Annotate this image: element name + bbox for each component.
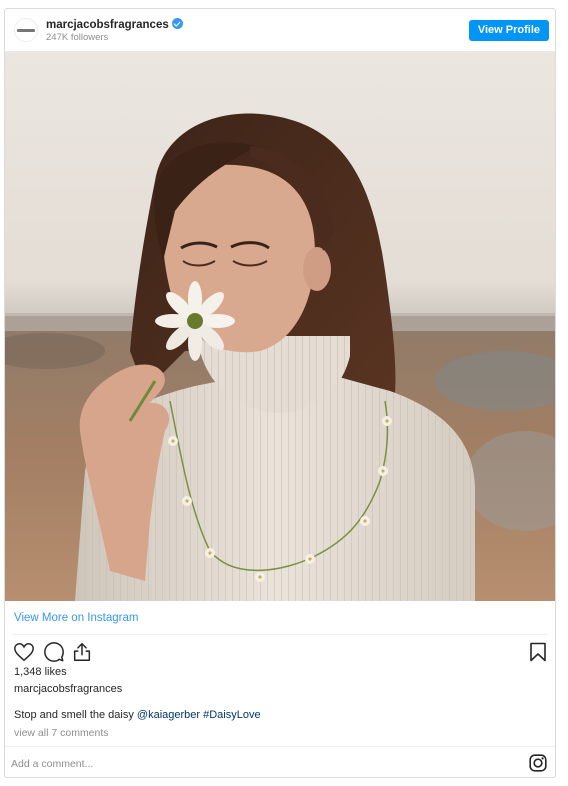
comment-icon[interactable] [43,641,65,663]
view-more-link[interactable]: View More on Instagram [14,612,138,624]
view-profile-button[interactable]: View Profile [468,20,549,41]
view-comments-link[interactable]: view all 7 comments [14,727,109,739]
post-author[interactable]: marcjacobsfragrances [14,683,122,695]
bookmark-icon[interactable] [529,642,547,662]
follower-count: 247K followers [46,32,109,43]
post-header: marcjacobsfragrances 247K followers View… [5,9,555,51]
instagram-icon[interactable] [529,754,547,772]
instagram-embed: marcjacobsfragrances 247K followers View… [4,8,556,778]
post-image[interactable] [5,51,555,601]
like-count[interactable]: 1,348 likes [14,666,67,678]
share-icon[interactable] [71,641,93,663]
caption-mention[interactable]: @kaiagerber [137,709,200,721]
avatar[interactable] [14,18,38,42]
post-photo [5,51,555,601]
caption-text: Stop and smell the daisy [14,709,137,721]
caption-hashtag[interactable]: #DaisyLove [203,709,260,721]
divider [5,746,555,747]
post-caption: Stop and smell the daisy @kaiagerber #Da… [14,709,261,721]
divider [13,634,547,635]
username-text[interactable]: marcjacobsfragrances [46,19,169,31]
comment-input[interactable] [11,755,311,773]
username[interactable]: marcjacobsfragrances [46,18,183,31]
heart-icon[interactable] [13,641,35,663]
verified-badge-icon [171,18,183,29]
